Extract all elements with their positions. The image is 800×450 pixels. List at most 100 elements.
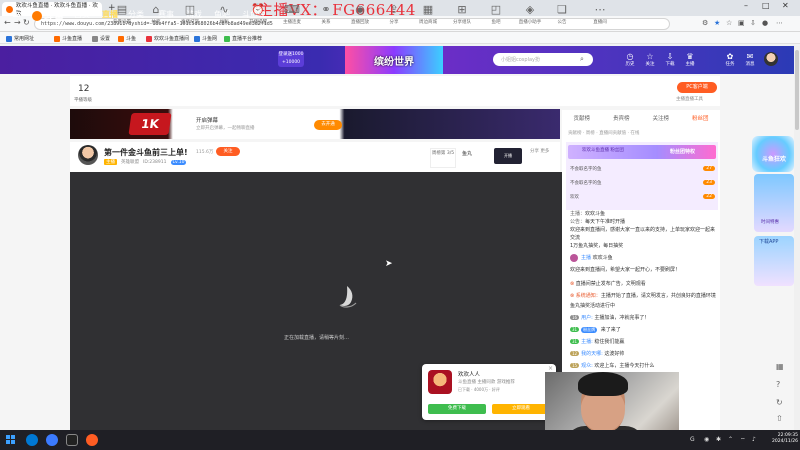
weekly-rank-box[interactable]: 周榜第 3/5 (430, 148, 456, 168)
hamburger-menu-icon[interactable]: ≡ (12, 8, 21, 21)
game-thumbnail[interactable]: 开播 (494, 148, 522, 164)
downloads-icon[interactable]: ⇩ (750, 19, 756, 27)
edge-taskbar-icon[interactable] (26, 434, 38, 446)
chat-message: 主播 欢欢斗鱼 (581, 255, 613, 261)
wifi-icon[interactable]: ⌔ (740, 436, 746, 444)
room-category[interactable]: 英雄联盟 (121, 159, 139, 165)
popup-download-button[interactable]: 免费下载 (428, 404, 486, 414)
profile-icon[interactable]: ● (762, 19, 768, 27)
obs-taskbar-icon[interactable] (66, 434, 78, 446)
toolbar-item-0[interactable]: ▤ 背景设置 (108, 4, 136, 26)
toolbar-item-13[interactable]: ❏ 公告 (548, 4, 576, 26)
share-more[interactable]: 分享 更多 (530, 148, 549, 154)
toolbar-item-9[interactable]: ▦ 周边商城 (414, 4, 442, 26)
search-icon[interactable]: ⌕ (580, 55, 584, 64)
popup-close-icon[interactable]: × (548, 365, 553, 372)
chat-avatar[interactable] (570, 254, 578, 262)
toolbar-item-1[interactable]: ⌂ 抽奖 (142, 3, 170, 26)
header-promo-tag[interactable]: 登录送1000 +10000 (278, 51, 304, 67)
bookmark-item-1[interactable]: 斗鱼直播 (54, 35, 82, 42)
bookmark-item-4[interactable]: 欢欢斗鱼直播间 (146, 35, 189, 42)
bookmark-icon (224, 35, 230, 42)
streamer-avatar[interactable] (78, 145, 98, 165)
side-ad-1-text: 斗鱼狂欢 (762, 156, 787, 163)
promo-subtitle: 立即开启弹幕，一起畅聊直播 (196, 126, 255, 131)
pc-client-button[interactable]: PC客户端 (677, 82, 717, 93)
bookmark-item-3[interactable]: 斗鱼 (118, 35, 136, 42)
reload-icon[interactable]: ↻ (23, 18, 30, 27)
header-download[interactable]: ⇩ 下载 (660, 52, 680, 67)
refresh-icon[interactable]: ↻ (776, 398, 783, 407)
extensions-icon[interactable]: ⚙ (702, 19, 708, 27)
bookmark-item-0[interactable]: 常用网址 (6, 35, 34, 42)
collections-icon[interactable]: ▣ (738, 19, 745, 27)
toolbar-item-7[interactable]: ◉ 直播回放 (346, 4, 374, 26)
crown-icon: ♛ (686, 52, 694, 61)
app-taskbar-icon[interactable] (46, 434, 58, 446)
rank-row[interactable]: 欢欢 22 (570, 194, 715, 203)
toolbar-item-10[interactable]: ⊞ 分享组队 (448, 4, 476, 26)
help-icon[interactable]: ? (776, 380, 780, 389)
header-tasks[interactable]: ✿ 任务 (720, 52, 740, 67)
toolbar-item-6[interactable]: ⚭ 关系 (312, 4, 340, 26)
search-input[interactable]: 小姐姐cosplay扮 (493, 53, 593, 66)
volume-icon[interactable]: ♪ (752, 436, 756, 443)
side-ad-2-text: 时间特惠 (761, 220, 779, 225)
rank-row[interactable]: 不会取名字的鱼 27 (570, 166, 715, 175)
promo-title: 开启弹幕 (196, 118, 219, 124)
tray-icon-g[interactable]: G (690, 436, 695, 443)
tray-up-icon[interactable]: ⌃ (728, 436, 733, 443)
toolbar-item-11[interactable]: ◰ 鱼吧 (482, 4, 510, 26)
header-follow[interactable]: ☆ 关注 (640, 52, 660, 67)
tray-icon-2[interactable]: ✱ (716, 436, 721, 443)
toolbar-item-12[interactable]: ◈ 直播小助手 (516, 4, 544, 26)
windows-start-icon[interactable] (6, 435, 16, 445)
popup-watch-button[interactable]: 立即观看 (492, 404, 550, 414)
toolbar-item-4[interactable]: ⏰ 开播提醒 (244, 3, 272, 26)
douyu-taskbar-icon[interactable] (86, 434, 98, 446)
header-history[interactable]: ◷ 历史 (620, 52, 640, 67)
tab-follow[interactable]: 关注榜 (641, 113, 681, 125)
user-avatar[interactable] (764, 52, 778, 66)
level-label: 平播等级 (74, 98, 92, 103)
rank-row[interactable]: 不会取名字的鱼 23 (570, 180, 715, 189)
lottery-icon: ⌂ (152, 3, 160, 16)
star-bookmark-icon[interactable]: ★ (714, 19, 720, 27)
back-icon[interactable]: ← (4, 18, 11, 27)
header-messages[interactable]: ✉ 消息 (740, 52, 760, 67)
tray-icon-1[interactable]: ◉ (704, 436, 709, 443)
minimize-icon[interactable]: – (744, 1, 748, 10)
bookmark-icon (118, 35, 124, 42)
alarm-icon: ⏰ (251, 3, 265, 16)
chat-icon: ✉ (746, 52, 754, 61)
toolbar-item-2[interactable]: ◫ 直播打赏 (176, 4, 204, 26)
tab-fans[interactable]: 粉丝团 (681, 113, 721, 125)
tab-contribution[interactable]: 贡献榜 (562, 113, 602, 125)
more-menu-icon[interactable]: ⋯ (776, 19, 783, 27)
toolbar-item-8[interactable]: ⇪ 分享 (380, 3, 408, 26)
toolbar-item-3[interactable]: ∿ 福利 (210, 4, 238, 26)
header-streamer[interactable]: ♛ 主播 (680, 52, 700, 67)
maximize-icon[interactable]: □ (762, 1, 770, 10)
side-tool-icon[interactable]: ▦ (776, 362, 784, 371)
fish-ball-label[interactable]: 鱼丸 (462, 150, 472, 157)
header-banner[interactable]: 缤纷世界 (345, 46, 443, 74)
share-icon: ⇪ (389, 3, 399, 16)
bookmark-item-6[interactable]: 直播平台推荐 (224, 35, 262, 42)
bookmark-item-2[interactable]: 设置 (92, 35, 110, 42)
taskbar-clock[interactable]: 22:09:35 2024/11/26 (772, 433, 798, 445)
bookmark-item-5[interactable]: 斗鱼网 (194, 35, 217, 42)
tab-vip[interactable]: 贵宾榜 (602, 113, 642, 125)
toolbar-item-5[interactable]: ⌨ 主播连麦 (278, 4, 306, 26)
close-window-icon[interactable]: ✕ (782, 1, 789, 10)
douyu-logo[interactable]: 斗鱼 (32, 8, 64, 23)
loading-text: 正在加载直播，请稍等片刻… (284, 335, 350, 341)
toolbar-item-14[interactable]: ⋯ 直播间 (586, 4, 614, 26)
favorites-icon[interactable]: ☆ (726, 19, 732, 27)
nav-home[interactable]: 首页 (74, 9, 90, 20)
scrollbar-thumb[interactable] (795, 50, 799, 130)
back-to-top-icon[interactable]: ⇧ (776, 414, 783, 423)
promo-button[interactable]: 去开通 (314, 120, 342, 130)
chat-message: 31 主播: 稳住我们能赢 (570, 339, 625, 345)
follow-button[interactable]: 关注 (216, 147, 240, 156)
